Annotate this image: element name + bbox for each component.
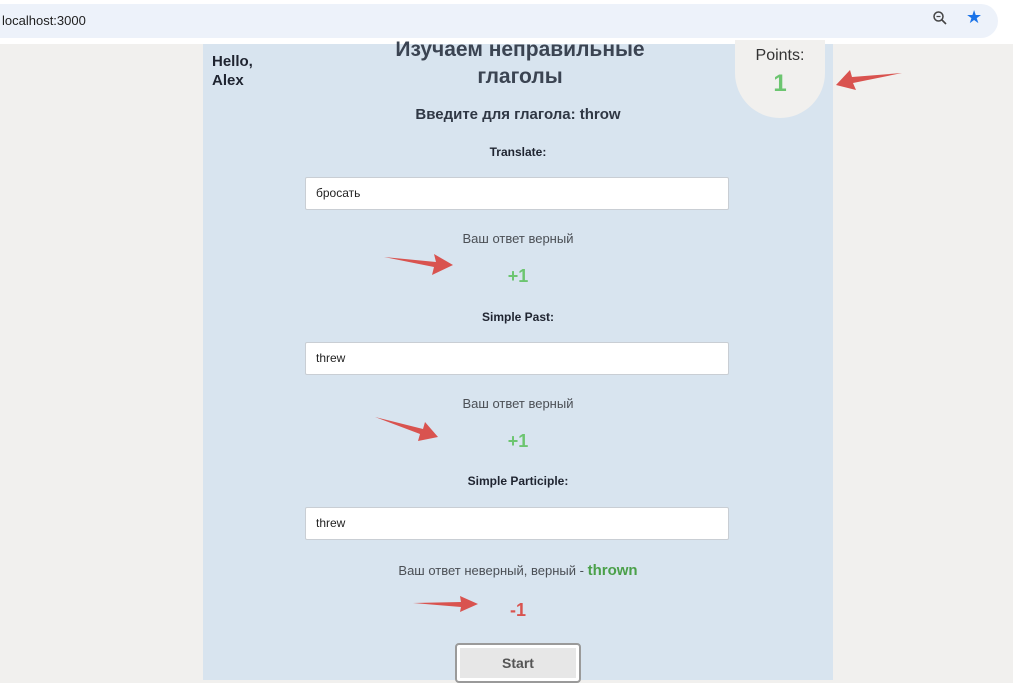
arrow-simple-past [375,417,438,441]
arrow-translate [384,254,453,275]
arrow-simple-participle [413,596,478,612]
annotation-arrows [375,70,902,612]
arrow-points [836,70,902,90]
